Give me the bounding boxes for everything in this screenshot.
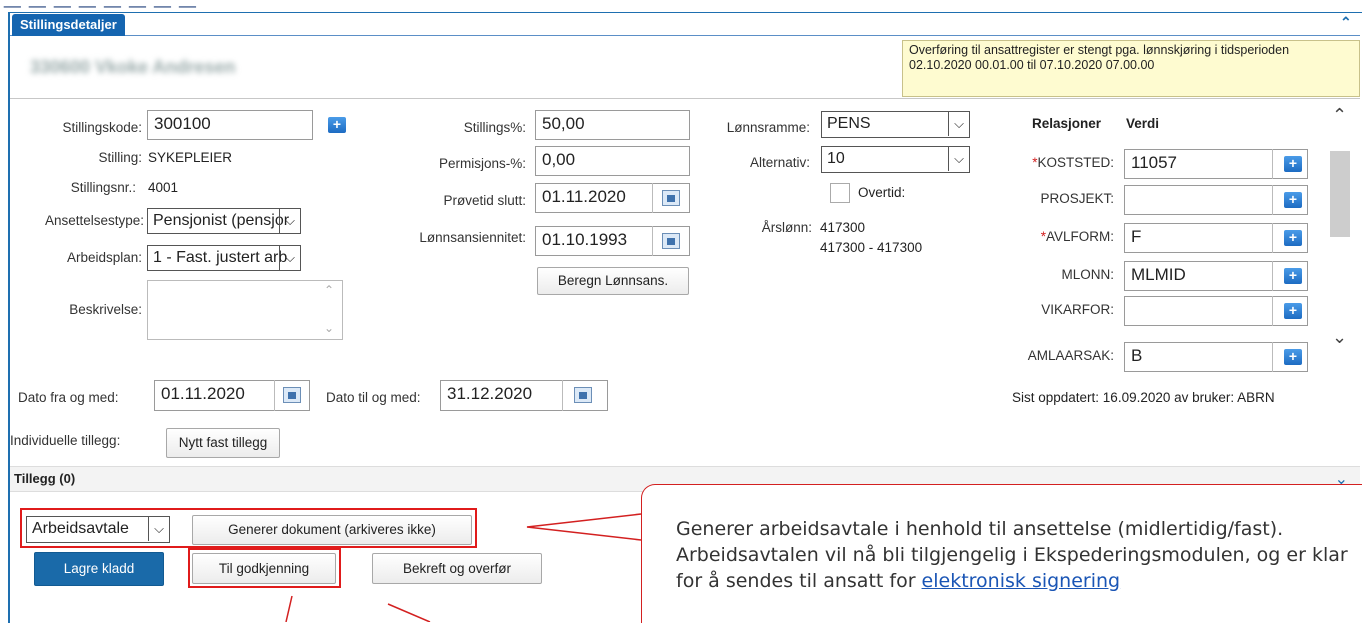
annotation-line <box>285 595 293 622</box>
callout-pointer <box>526 513 642 541</box>
annotation-line <box>387 603 431 622</box>
annotation-lines <box>285 513 642 622</box>
